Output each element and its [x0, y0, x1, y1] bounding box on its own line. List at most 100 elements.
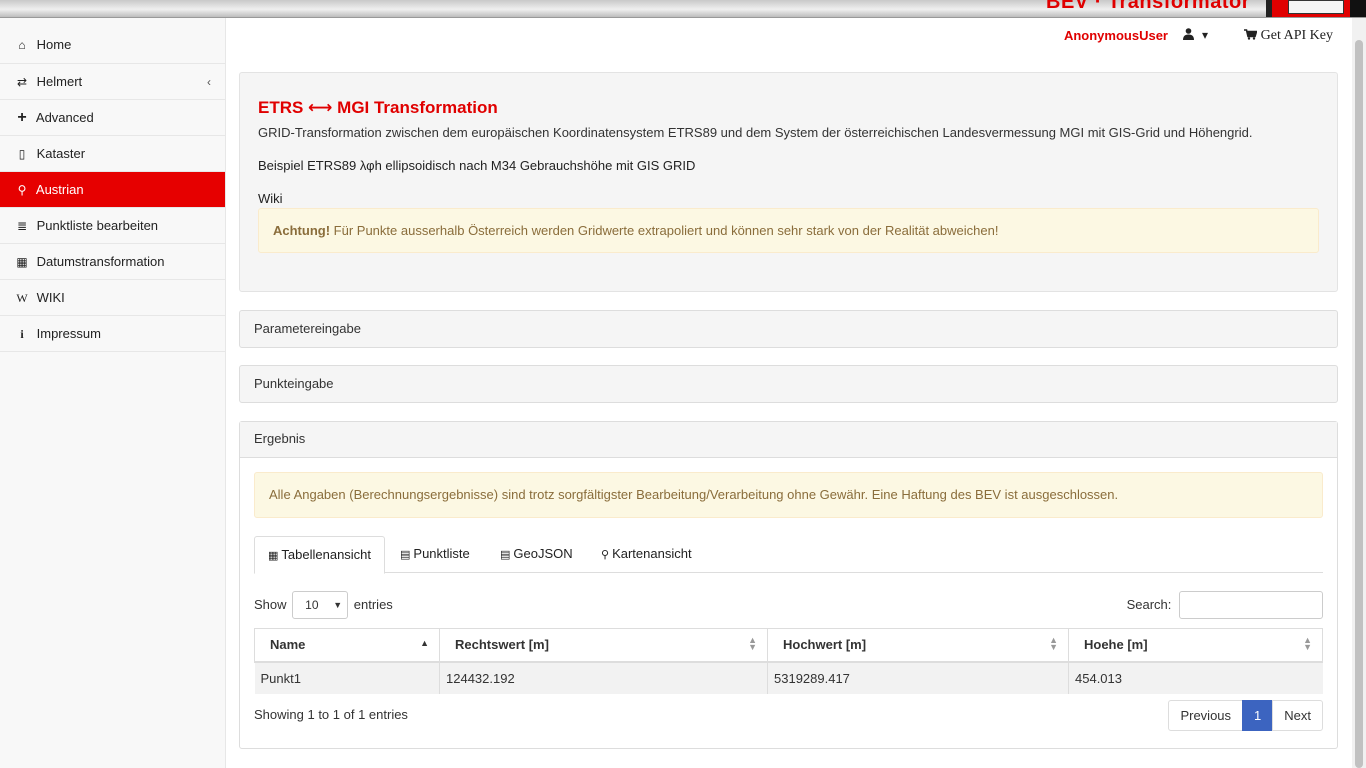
pagination: Previous 1 Next	[1168, 700, 1323, 731]
file-text-icon: ▤	[400, 549, 411, 561]
page-scrollbar[interactable]	[1352, 18, 1366, 768]
username-link[interactable]: AnonymousUser	[1064, 28, 1168, 43]
sidebar-item-label: Punktliste bearbeiten	[36, 218, 159, 233]
tab-kartenansicht[interactable]: ⚲ Kartenansicht	[588, 536, 705, 573]
tab-label: Punktliste	[413, 546, 470, 561]
tab-tabellenansicht[interactable]: ▦ Tabellenansicht	[254, 536, 386, 574]
user-icon	[1183, 28, 1195, 40]
cart-icon	[1244, 29, 1258, 40]
file-code-icon: ▤	[500, 549, 511, 561]
example-link[interactable]: Beispiel ETRS89 λφh ellipsoidisch nach M…	[258, 158, 1319, 173]
sidebar-item-datumstransformation[interactable]: ▦ Datumstransformation	[0, 244, 225, 280]
sort-icon: ▲ ▼	[748, 635, 757, 652]
info-icon: i	[20, 327, 24, 341]
sidebar-item-label: WIKI	[36, 290, 65, 305]
user-menu-toggle[interactable]: ▾	[1183, 27, 1208, 42]
list-icon: ≣	[16, 219, 28, 233]
wikipedia-icon: W	[16, 291, 28, 305]
sort-icon: ▲ ▼	[1303, 635, 1312, 652]
tab-geojson[interactable]: ▤ GeoJSON	[487, 536, 586, 573]
accordion-label: Punkteingabe	[254, 376, 334, 391]
column-label: Name	[270, 637, 306, 653]
sort-asc-icon: ▲	[420, 638, 429, 648]
banner-corner	[1350, 0, 1366, 17]
accordion-punkteingabe[interactable]: Punkteingabe	[239, 365, 1338, 403]
map-marker-icon: ⚲	[601, 549, 610, 561]
sidebar-item-advanced[interactable]: + Advanced	[0, 100, 225, 136]
sidebar: ⌂ Home ⇄ Helmert ‹ + Advanced ▯ Kataster…	[0, 18, 226, 768]
entries-select-value: 10	[305, 598, 319, 612]
plus-icon: +	[17, 109, 27, 126]
sidebar-item-label: Kataster	[36, 146, 86, 161]
accordion-ergebnis[interactable]: Ergebnis	[240, 422, 1337, 458]
map-icon: ▯	[18, 147, 26, 161]
column-label: Hochwert [m]	[783, 637, 867, 653]
brand-title: BEV · Transformator	[1046, 0, 1250, 13]
sidebar-item-impressum[interactable]: i Impressum	[0, 316, 225, 352]
sidebar-item-punktliste[interactable]: ≣ Punktliste bearbeiten	[0, 208, 225, 244]
sidebar-item-label: Impressum	[36, 326, 101, 341]
cell-name: Punkt1	[254, 661, 440, 694]
column-header-hoehe[interactable]: Hoehe [m] ▲ ▼	[1068, 628, 1323, 663]
table-search: Search:	[1127, 591, 1323, 619]
search-input[interactable]	[1179, 591, 1323, 619]
next-button[interactable]: Next	[1272, 700, 1323, 731]
intro-description: GRID-Transformation zwischen dem europäi…	[258, 125, 1253, 140]
warning-text: Für Punkte ausserhalb Österreich werden …	[330, 223, 999, 238]
tab-label: Kartenansicht	[612, 546, 692, 561]
wiki-link[interactable]: Wiki	[258, 191, 1319, 206]
search-label: Search:	[1126, 597, 1172, 612]
sidebar-item-label: Datumstransformation	[36, 254, 165, 269]
main-content: AnonymousUser ▾ Get API Key ETRS ⟷ MGI T…	[226, 18, 1352, 768]
sidebar-item-label: Austrian	[35, 182, 84, 197]
sidebar-item-label: Helmert	[36, 74, 83, 89]
tab-label: Tabellenansicht	[281, 547, 372, 562]
page-1-button[interactable]: 1	[1242, 700, 1274, 731]
table-header-row: Name ▲ Rechtswert [m] ▲ ▼ Hochwert [m] ▲ ▼…	[254, 628, 1323, 663]
sidebar-item-label: Advanced	[35, 110, 94, 125]
caret-down-icon: ▾	[1201, 28, 1208, 42]
results-table: Name ▲ Rechtswert [m] ▲ ▼ Hochwert [m] ▲ ▼…	[254, 628, 1323, 694]
calendar-icon: ▦	[16, 255, 28, 269]
accordion-label: Ergebnis	[254, 431, 306, 446]
entries-select[interactable]: 10 ▼	[292, 591, 349, 619]
sidebar-item-kataster[interactable]: ▯ Kataster	[0, 136, 225, 172]
length-entries-label: entries	[353, 597, 393, 612]
column-label: Hoehe [m]	[1084, 637, 1148, 653]
column-label: Rechtswert [m]	[455, 637, 549, 653]
disclaimer-alert: Alle Angaben (Berechnungsergebnisse) sin…	[254, 472, 1323, 518]
accordion-label: Parametereingabe	[254, 321, 361, 336]
column-header-name[interactable]: Name ▲	[254, 628, 440, 663]
sort-icon: ▲ ▼	[1049, 635, 1058, 652]
table-row: Punkt1 124432.192 5319289.417 454.013	[254, 661, 1323, 694]
scrollbar-thumb[interactable]	[1355, 40, 1363, 768]
warning-bold: Achtung!	[273, 223, 331, 238]
select-arrow-icon: ▼	[333, 600, 343, 610]
accordion-parametereingabe[interactable]: Parametereingabe	[239, 310, 1338, 348]
sidebar-item-helmert[interactable]: ⇄ Helmert ‹	[0, 64, 225, 100]
previous-button[interactable]: Previous	[1168, 700, 1244, 731]
sidebar-item-austrian[interactable]: ⚲ Austrian	[0, 172, 225, 208]
bev-logo	[1266, 0, 1350, 17]
column-header-hochwert[interactable]: Hochwert [m] ▲ ▼	[767, 628, 1069, 663]
sidebar-item-label: Home	[36, 37, 72, 52]
pin-icon: ⚲	[17, 183, 27, 197]
sidebar-item-home[interactable]: ⌂ Home	[0, 18, 225, 64]
length-show-label: Show	[254, 597, 287, 612]
cell-hochwert: 5319289.417	[767, 661, 1069, 694]
result-tabs: ▦ Tabellenansicht ▤ Punktliste ▤ GeoJSON ⚲ K…	[254, 536, 1323, 574]
ergebnis-panel: Ergebnis Alle Angaben (Berechnungsergebn…	[239, 421, 1338, 749]
table-icon: ▦	[268, 550, 279, 562]
cell-rechtswert: 124432.192	[439, 661, 768, 694]
table-info: Showing 1 to 1 of 1 entries	[254, 707, 408, 722]
user-bar: AnonymousUser ▾ Get API Key	[852, 26, 1352, 46]
column-header-rechtswert[interactable]: Rechtswert [m] ▲ ▼	[439, 628, 768, 663]
chevron-left-icon: ‹	[207, 75, 211, 89]
sidebar-item-wiki[interactable]: W WIKI	[0, 280, 225, 316]
get-api-key-link[interactable]: Get API Key	[1244, 28, 1333, 44]
length-control: Show 10 ▼ entries	[254, 591, 393, 619]
tab-label: GeoJSON	[513, 546, 573, 561]
tab-punktliste[interactable]: ▤ Punktliste	[387, 536, 483, 573]
top-banner: BEV · Transformator	[0, 0, 1366, 18]
extrapolation-warning: Achtung! Für Punkte ausserhalb Österreic…	[258, 208, 1319, 253]
